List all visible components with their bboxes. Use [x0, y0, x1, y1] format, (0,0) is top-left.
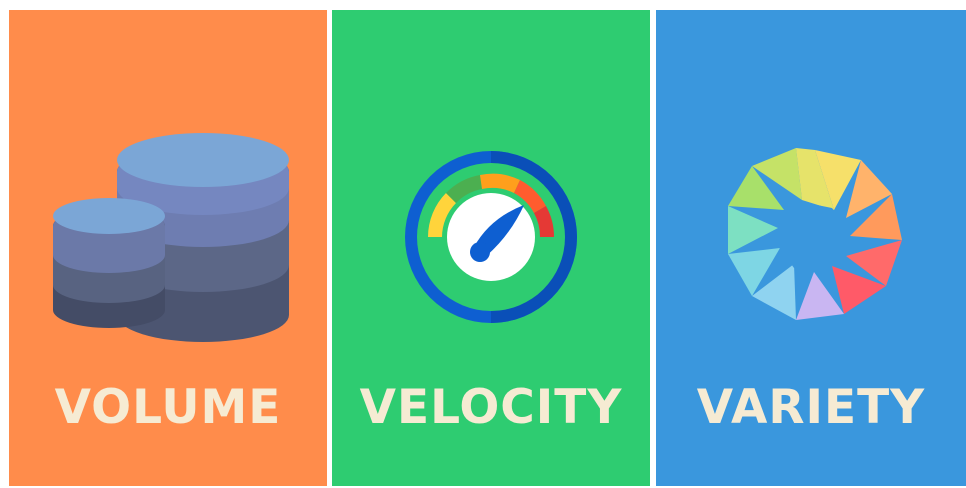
- small-cylinder: [53, 198, 165, 328]
- variety-title: VARIETY: [696, 380, 926, 435]
- big-data-three-vs: VOLUME VELOCITY VARIETY: [0, 0, 966, 488]
- volume-title: VOLUME: [54, 380, 282, 435]
- aperture-center: [778, 202, 850, 272]
- volume-panel: VOLUME: [9, 10, 327, 486]
- speedometer-icon: [405, 151, 577, 323]
- velocity-title: VELOCITY: [359, 380, 623, 435]
- camera-aperture-icon: [728, 148, 902, 320]
- velocity-panel: VELOCITY: [332, 10, 650, 486]
- variety-panel: VARIETY: [656, 10, 966, 486]
- database-icon: [53, 133, 289, 342]
